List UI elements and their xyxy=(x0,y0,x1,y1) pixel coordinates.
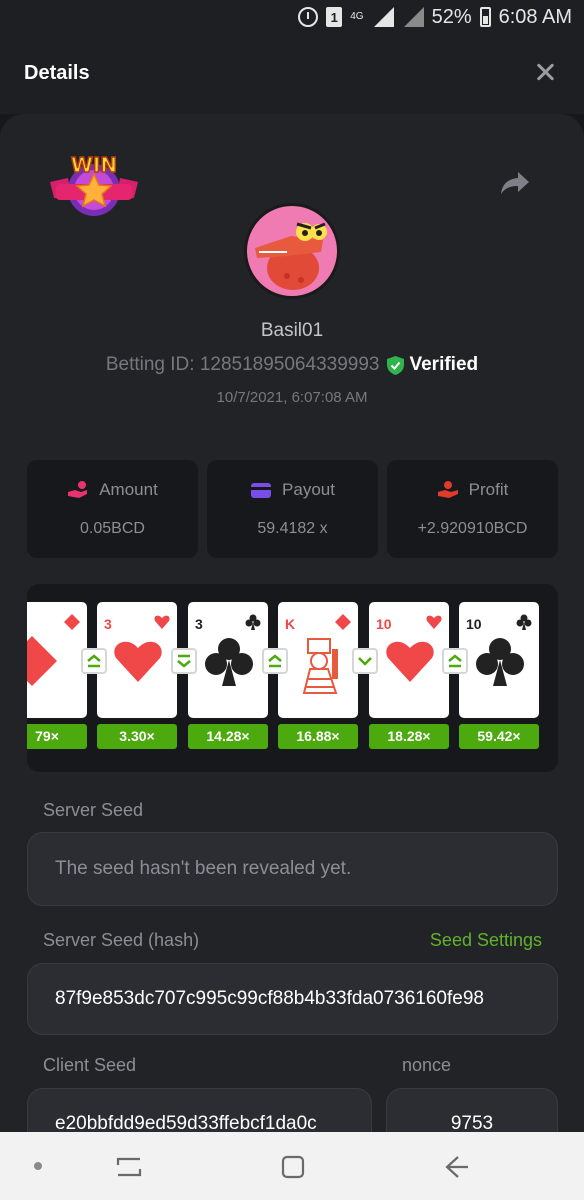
nav-dot-icon xyxy=(34,1162,42,1170)
stat-profit-value: +2.920910BCD xyxy=(417,520,528,537)
clock: 6:08 AM xyxy=(498,5,572,28)
alarm-icon xyxy=(298,7,319,27)
bet-datetime: 10/7/2021, 6:07:08 AM xyxy=(216,389,368,406)
stat-payout-label: Payout xyxy=(282,480,335,499)
card-icon xyxy=(251,483,272,498)
club-icon xyxy=(205,638,253,686)
hand-coins-icon xyxy=(68,481,88,498)
win-badge-text: WIN xyxy=(71,153,117,177)
multiplier-badge: 3.30× xyxy=(97,724,177,749)
diamond-icon xyxy=(64,614,80,630)
multiplier-badge: 18.28× xyxy=(369,724,449,749)
stat-amount-value: 0.05BCD xyxy=(80,520,145,537)
server-seed-label: Server Seed xyxy=(43,800,144,820)
bet-stats: Amount 0.05BCD Payout 59.4182 x Profit +… xyxy=(27,460,558,558)
multiplier-badge: 16.88× xyxy=(278,724,358,749)
avatar xyxy=(244,203,340,299)
signal-2-icon xyxy=(402,7,424,27)
card-rank: 3 xyxy=(104,616,112,632)
seed-settings-link[interactable]: Seed Settings xyxy=(430,930,542,951)
heart-icon xyxy=(154,615,170,629)
card-rank: 10 xyxy=(376,616,392,632)
win-badge-icon: WIN xyxy=(50,152,138,216)
close-icon[interactable] xyxy=(532,60,558,86)
arrow-up-icon xyxy=(81,648,107,674)
diamond-icon xyxy=(335,614,351,630)
nonce-label: nonce xyxy=(402,1055,452,1075)
battery-icon xyxy=(479,7,491,27)
heart-icon xyxy=(426,615,442,629)
home-icon[interactable] xyxy=(280,1154,306,1180)
stat-amount: Amount 0.05BCD xyxy=(27,460,198,558)
arrow-up-icon xyxy=(442,648,468,674)
stat-amount-label: Amount xyxy=(99,480,158,499)
recent-apps-icon[interactable] xyxy=(116,1154,142,1180)
multiplier-badge: 59.42× xyxy=(459,724,539,749)
sim-icon: 1 xyxy=(326,7,343,27)
android-nav-bar xyxy=(0,1132,584,1200)
betting-id-row: Betting ID: 128518950643399​93 Verified xyxy=(0,354,584,376)
signal-icon xyxy=(372,7,394,27)
card: K xyxy=(278,602,358,718)
betting-id: Betting ID: 128518950643399​93 xyxy=(105,354,380,375)
club-icon xyxy=(245,614,261,630)
stat-payout: Payout 59.4182 x xyxy=(207,460,378,558)
details-header: Details xyxy=(0,34,584,114)
heart-icon xyxy=(114,641,162,682)
cards-history: 79× 3 3.30× 3 14.28× K 16.88× 10 18.28× … xyxy=(27,584,558,772)
dragon-avatar-icon xyxy=(255,222,327,290)
arrow-down-icon xyxy=(171,648,197,674)
stat-profit-label: Profit xyxy=(468,480,509,499)
hand-profit-icon xyxy=(437,481,458,498)
share-icon[interactable] xyxy=(500,170,530,196)
card xyxy=(27,602,87,718)
chevron-down-icon xyxy=(352,648,378,674)
network-type: 4G xyxy=(350,11,364,22)
multiplier-badge: 79× xyxy=(27,724,87,749)
multiplier-badge: 14.28× xyxy=(188,724,268,749)
card: 3 xyxy=(97,602,177,718)
card-rank: K xyxy=(285,616,296,632)
shield-check-icon xyxy=(387,355,405,375)
club-icon xyxy=(476,638,524,686)
stat-payout-value: 59.4182 x xyxy=(257,520,328,537)
card-rank: 3 xyxy=(195,616,203,632)
card-rank: 10 xyxy=(466,616,482,632)
card: 10 xyxy=(459,602,539,718)
page-title: Details xyxy=(24,62,90,84)
verified-label: Verified xyxy=(409,354,479,375)
server-seed-hash-label: Server Seed (hash) xyxy=(43,930,200,950)
verified-badge: Verified xyxy=(387,354,478,376)
heart-icon xyxy=(386,641,434,682)
stat-profit: Profit +2.920910BCD xyxy=(387,460,558,558)
diamond-icon xyxy=(27,636,57,686)
client-seed-label: Client Seed xyxy=(43,1055,137,1075)
card: 3 xyxy=(188,602,268,718)
king-figure-icon xyxy=(302,638,338,694)
arrow-up-icon xyxy=(262,648,288,674)
status-bar: 1 4G 52% 6:08 AM xyxy=(0,0,584,34)
back-icon[interactable] xyxy=(444,1154,470,1180)
server-seed-field: The seed hasn't been revealed yet. xyxy=(27,832,558,906)
server-seed-hash-field[interactable]: 87f9e853dc707c995c99cf88b4b33fda0736160f… xyxy=(27,963,558,1035)
username: Basil01 xyxy=(260,320,324,341)
club-icon xyxy=(516,614,532,630)
battery-percent: 52% xyxy=(431,5,472,28)
card: 10 xyxy=(369,602,449,718)
